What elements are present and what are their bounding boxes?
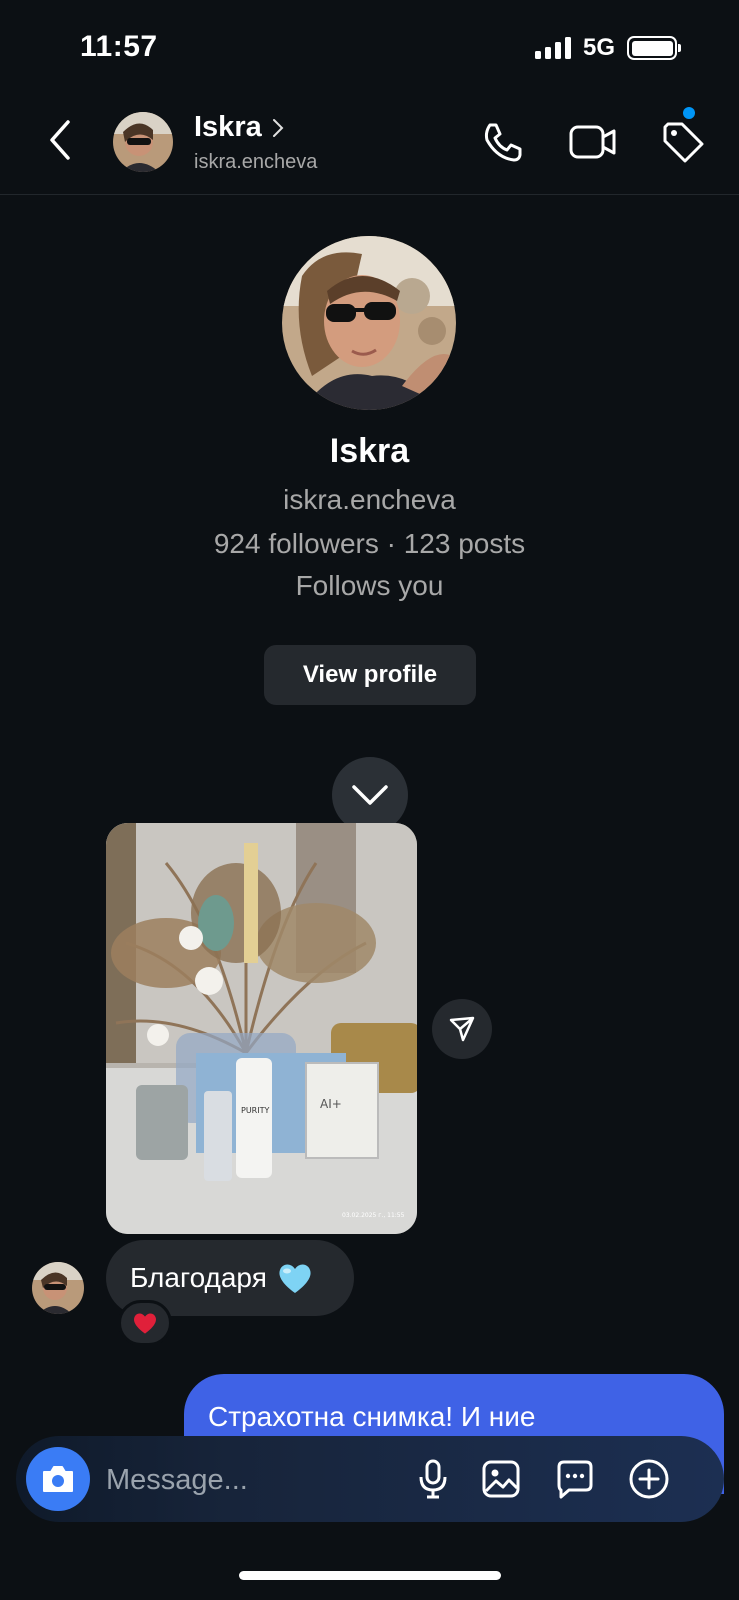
- camera-button[interactable]: [26, 1447, 90, 1511]
- tag-button[interactable]: [658, 117, 708, 167]
- svg-text:PURITY: PURITY: [241, 1106, 269, 1115]
- view-profile-button[interactable]: View profile: [264, 645, 476, 705]
- tag-icon: [663, 122, 704, 163]
- gallery-icon: [482, 1460, 520, 1498]
- send-icon: [449, 1016, 475, 1042]
- header-username: iskra.encheva: [194, 151, 318, 173]
- notification-dot: [683, 107, 695, 119]
- profile-name: Iskra: [329, 432, 410, 470]
- scroll-down-button[interactable]: [332, 757, 408, 833]
- sender-avatar[interactable]: [32, 1262, 84, 1314]
- phone-icon: [484, 123, 522, 162]
- video-icon: [569, 125, 616, 159]
- red-heart-icon: [134, 1313, 156, 1334]
- blue-heart-icon: [279, 1264, 311, 1293]
- voice-button[interactable]: [410, 1456, 456, 1502]
- follows-you-label: Follows you: [295, 570, 444, 601]
- video-call-button[interactable]: [568, 117, 618, 167]
- profile-stats: 924 followers · 123 posts: [213, 528, 526, 559]
- profile-avatar[interactable]: [282, 236, 456, 410]
- shared-photo[interactable]: PURITY AI+ 03.02.2025 г., 11:55: [106, 823, 417, 1234]
- status-icons: 5G: [534, 34, 681, 62]
- photo-timestamp: 03.02.2025 г., 11:55: [342, 1212, 405, 1219]
- back-icon: [50, 120, 70, 160]
- chat-header: Iskra iskra.encheva: [0, 95, 739, 195]
- more-button[interactable]: [626, 1456, 672, 1502]
- microphone-icon: [419, 1459, 447, 1499]
- reaction-badge[interactable]: [118, 1300, 172, 1346]
- sticker-icon: [557, 1460, 593, 1499]
- battery-icon: [627, 36, 681, 60]
- chevron-right-icon: [272, 118, 284, 137]
- plus-icon: [629, 1459, 669, 1499]
- message-composer: [16, 1436, 724, 1522]
- svg-text:AI+: AI+: [320, 1097, 342, 1111]
- gallery-button[interactable]: [478, 1456, 524, 1502]
- status-time: 11:57: [80, 30, 158, 63]
- signal-icon: [534, 37, 571, 59]
- chevron-down-icon: [352, 785, 388, 805]
- outgoing-message-text: Страхотна снимка! И ние: [208, 1401, 536, 1432]
- header-avatar[interactable]: [113, 112, 173, 172]
- message-input[interactable]: [106, 1460, 396, 1500]
- network-label: 5G: [582, 34, 615, 61]
- share-button[interactable]: [432, 999, 492, 1059]
- incoming-message-text: Благодаря: [130, 1262, 267, 1293]
- back-button[interactable]: [40, 115, 80, 165]
- header-name[interactable]: Iskra: [194, 111, 284, 144]
- audio-call-button[interactable]: [478, 117, 528, 167]
- camera-icon: [43, 1466, 73, 1492]
- sticker-button[interactable]: [552, 1456, 598, 1502]
- home-indicator[interactable]: [239, 1571, 501, 1580]
- profile-username: iskra.encheva: [283, 484, 456, 515]
